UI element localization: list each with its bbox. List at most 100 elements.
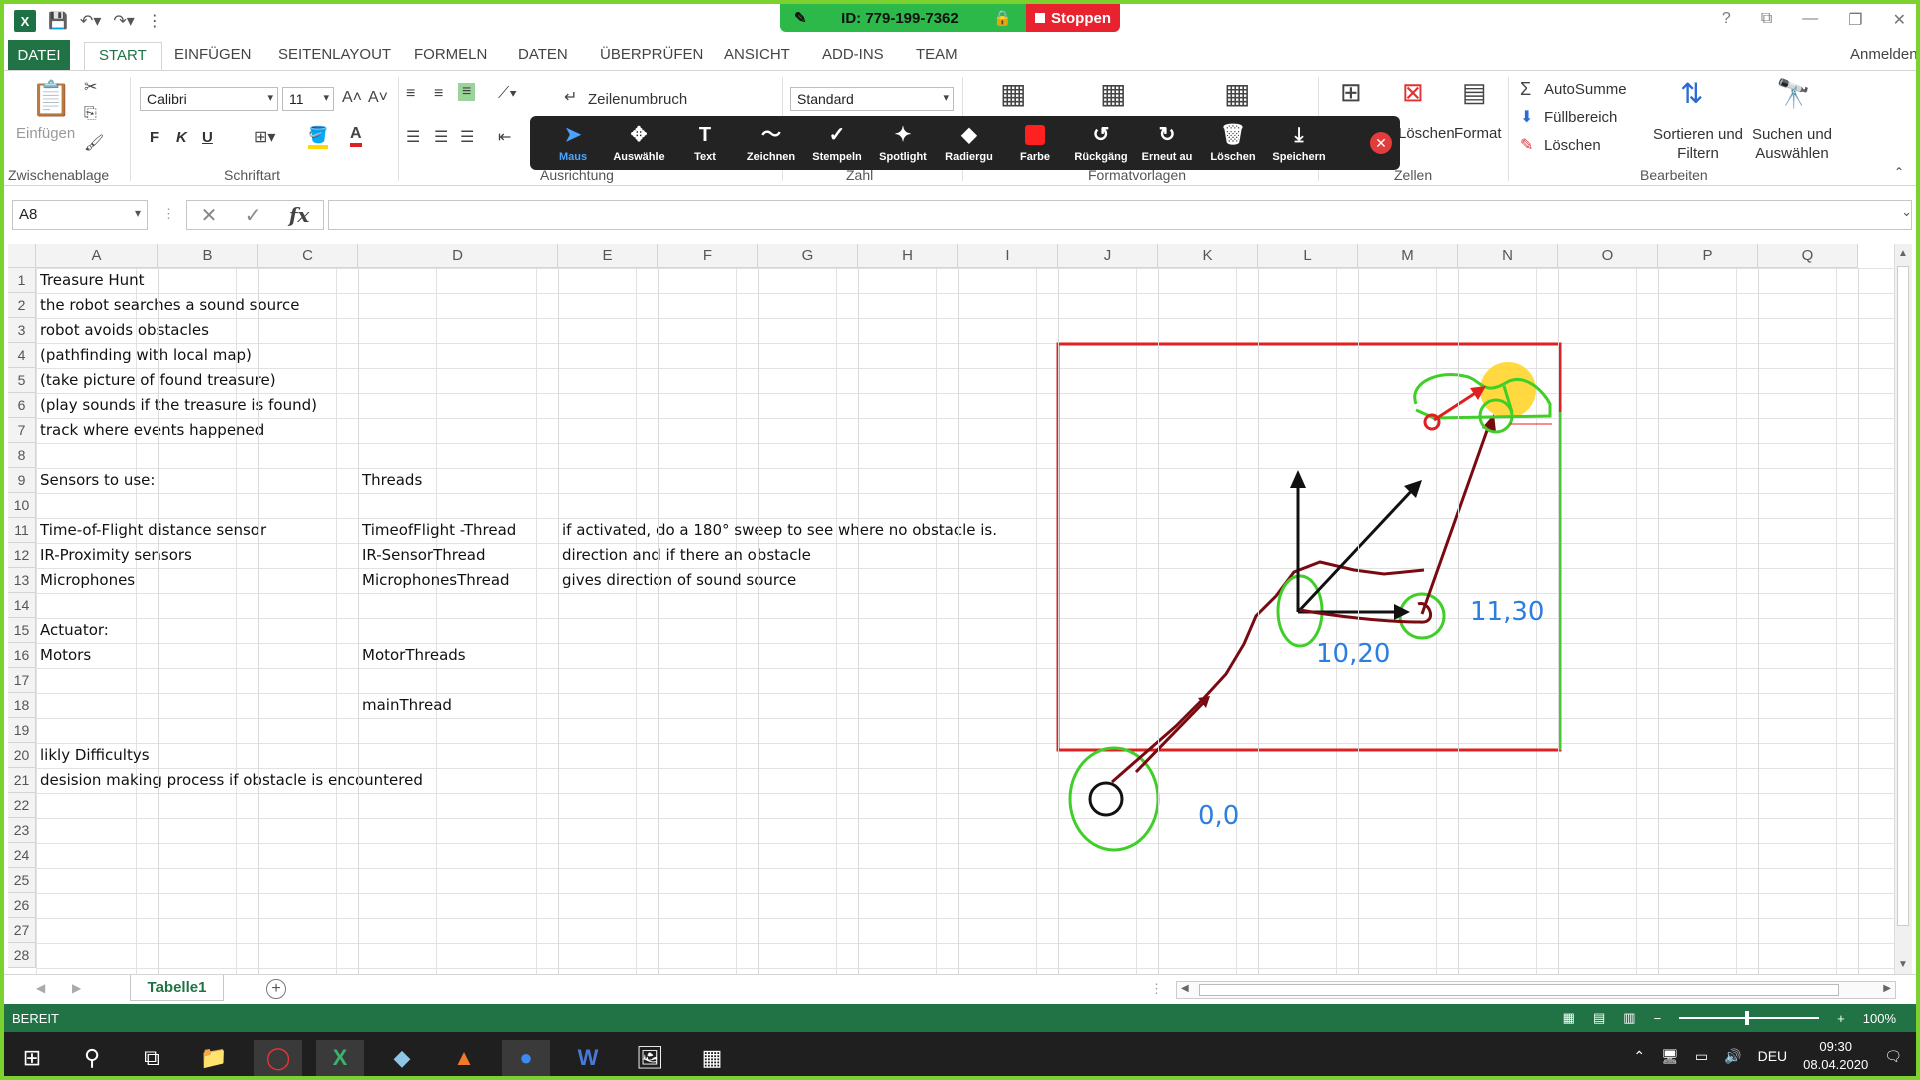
font-name-combo[interactable]: Calibri (140, 87, 278, 111)
annotation-tool-erneut-au[interactable]: ↻ Erneut au (1134, 123, 1200, 163)
battery-icon[interactable]: ▭ (1695, 1048, 1708, 1065)
align-right-icon[interactable]: ☰ (460, 127, 474, 147)
expand-formula-icon[interactable]: ⌄ (1901, 204, 1912, 220)
orientation-icon[interactable]: ⟋▾ (498, 85, 517, 103)
sign-in-link[interactable]: Anmelden (1850, 46, 1916, 63)
name-box[interactable]: A8 (12, 200, 148, 230)
cut-icon[interactable]: ✂ (84, 77, 97, 97)
row-header[interactable]: 19 (8, 718, 36, 743)
tab-start[interactable]: START (84, 42, 162, 70)
delete-cells-button[interactable]: Löschen (1398, 125, 1455, 142)
row-header[interactable]: 12 (8, 543, 36, 568)
column-header[interactable]: E (558, 244, 658, 268)
word-icon[interactable]: W (564, 1040, 612, 1076)
stop-share-button[interactable]: Stoppen (1026, 4, 1120, 32)
scroll-right-icon[interactable]: ▶ (1883, 983, 1891, 994)
row-header[interactable]: 11 (8, 518, 36, 543)
horizontal-scrollbar[interactable]: ◀ ▶ (1176, 981, 1896, 999)
tray-expand-icon[interactable]: ⌃ (1633, 1048, 1645, 1065)
column-header[interactable]: L (1258, 244, 1358, 268)
network-icon[interactable]: 🖥 (1661, 1048, 1679, 1065)
worksheet-grid[interactable]: ▲ ▼ Treasure Hunt the robot searches a so… (4, 244, 1916, 974)
enter-icon[interactable]: ✓ (245, 203, 262, 228)
annotation-tool-zeichnen[interactable]: 〜 Zeichnen (738, 123, 804, 163)
insert-cells-icon[interactable]: ⊞ (1340, 77, 1362, 108)
annotation-tool-text[interactable]: T Text (672, 123, 738, 163)
increase-font-icon[interactable]: A˄ (342, 89, 362, 107)
italic-button[interactable]: K (176, 129, 187, 146)
column-header[interactable]: I (958, 244, 1058, 268)
annotation-tool-speichern[interactable]: ⤓ Speichern (1266, 123, 1332, 163)
annotation-tool-farbe[interactable]: Farbe (1002, 123, 1068, 163)
font-size-combo[interactable]: 11 (282, 87, 334, 111)
ribbon-display-icon[interactable]: ⧉ (1761, 10, 1772, 30)
column-header[interactable]: O (1558, 244, 1658, 268)
align-top-icon[interactable]: ≡ (406, 85, 415, 103)
tab-datei[interactable]: DATEI (8, 40, 70, 70)
prev-sheet-icon[interactable]: ◀ (36, 981, 45, 995)
row-header[interactable]: 4 (8, 343, 36, 368)
tab-seitenlayout[interactable]: SEITENLAYOUT (278, 46, 391, 63)
calculator-icon[interactable]: ▦ (688, 1040, 736, 1076)
annotation-tool-maus[interactable]: ➤ Maus (540, 123, 606, 163)
column-header[interactable]: Q (1758, 244, 1858, 268)
horizontal-scroll-thumb[interactable] (1199, 984, 1839, 996)
row-header[interactable]: 1 (8, 268, 36, 293)
column-header[interactable]: G (758, 244, 858, 268)
sheet-tab-tabelle1[interactable]: Tabelle1 (130, 975, 224, 1001)
row-header[interactable]: 8 (8, 443, 36, 468)
row-header[interactable]: 5 (8, 368, 36, 393)
row-header[interactable]: 6 (8, 393, 36, 418)
align-middle-icon[interactable]: ≡ (434, 85, 443, 103)
wrap-text-icon[interactable]: ↵ (564, 87, 577, 107)
photos-icon[interactable]: 🖼 (626, 1040, 674, 1076)
row-header[interactable]: 13 (8, 568, 36, 593)
annotation-tool-stempeln[interactable]: ✓ Stempeln (804, 123, 870, 163)
help-icon[interactable]: ? (1722, 10, 1731, 30)
row-header[interactable]: 7 (8, 418, 36, 443)
clear-icon[interactable]: ✎ (1520, 135, 1533, 155)
column-header[interactable]: J (1058, 244, 1158, 268)
column-header[interactable]: C (258, 244, 358, 268)
tab-einfuegen[interactable]: EINFÜGEN (174, 46, 252, 63)
fill-button[interactable]: Füllbereich (1544, 109, 1617, 126)
zoom-slider[interactable] (1679, 1011, 1820, 1025)
decrease-font-icon[interactable]: A˅ (368, 89, 388, 107)
tab-ueberpruefen[interactable]: ÜBERPRÜFEN (600, 46, 703, 63)
row-header[interactable]: 27 (8, 918, 36, 943)
search-icon[interactable]: ⚲ (68, 1040, 116, 1076)
file-explorer-icon[interactable]: 📁 (190, 1040, 238, 1076)
column-header[interactable]: A (36, 244, 158, 268)
row-header[interactable]: 17 (8, 668, 36, 693)
autosum-button[interactable]: AutoSumme (1544, 81, 1627, 98)
tab-add-ins[interactable]: ADD-INS (822, 46, 884, 63)
indent-icon[interactable]: ⇤ (498, 127, 511, 147)
customize-qat-icon[interactable]: ⋮ (147, 11, 163, 31)
insert-function-icon[interactable]: fx (289, 203, 310, 227)
add-sheet-icon[interactable]: + (266, 979, 286, 999)
tab-daten[interactable]: DATEN (518, 46, 568, 63)
align-left-icon[interactable]: ☰ (406, 127, 420, 147)
collapse-ribbon-icon[interactable]: ⌃ (1894, 165, 1904, 179)
tab-ansicht[interactable]: ANSICHT (724, 46, 790, 63)
notifications-icon[interactable]: 🗨 (1884, 1048, 1902, 1065)
row-header[interactable]: 9 (8, 468, 36, 493)
column-header[interactable]: M (1358, 244, 1458, 268)
fill-icon[interactable]: ⬇ (1520, 107, 1533, 127)
annotation-tool-radiergu[interactable]: ◆ Radiergu (936, 123, 1002, 163)
align-center-icon[interactable]: ☰ (434, 127, 448, 147)
matlab-icon[interactable]: ▲ (440, 1040, 488, 1076)
row-header[interactable]: 10 (8, 493, 36, 518)
paste-icon[interactable]: 📋 (30, 79, 72, 119)
undo-icon[interactable]: ↶▾ (80, 11, 101, 31)
borders-icon[interactable]: ⊞▾ (254, 127, 275, 147)
eraser-app-icon[interactable]: ◆ (378, 1040, 426, 1076)
format-painter-icon[interactable]: 🖌 (84, 133, 104, 153)
page-layout-view-icon[interactable]: ▤ (1593, 1010, 1605, 1026)
zoom-level[interactable]: 100% (1863, 1011, 1896, 1026)
row-header[interactable]: 18 (8, 693, 36, 718)
clear-button[interactable]: Löschen (1544, 137, 1601, 154)
annotation-tool-ausw-hle[interactable]: ✥ Auswähle (606, 123, 672, 163)
zoom-out-icon[interactable]: − (1654, 1011, 1662, 1026)
row-header[interactable]: 2 (8, 293, 36, 318)
